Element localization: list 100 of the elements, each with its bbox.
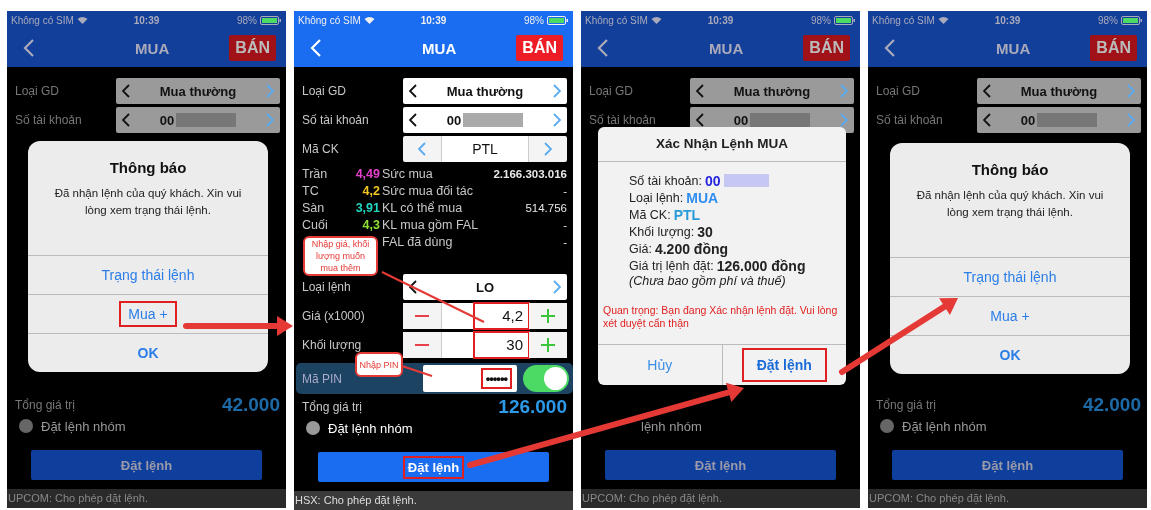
total-value: 42.000 [221,394,280,416]
symbol-selector[interactable]: PTL [403,136,567,162]
price-value: 4,3 [361,217,380,232]
wifi-icon [650,16,662,24]
trade-type-selector[interactable]: Mua thường [977,78,1141,104]
page-title: MUA [422,39,457,57]
metric-label: FAL đã dùng [382,234,454,249]
account-selector[interactable]: 00 [977,107,1141,133]
battery-icon [834,15,856,25]
total-value: 42.000 [1082,394,1141,416]
chevron-left-icon [122,113,130,127]
dialog-action[interactable]: Đặt lệnh [721,345,846,385]
plus-icon [541,309,555,323]
field-label: Loại GD [589,84,634,98]
radio-label: Đặt lệnh nhóm [41,418,126,434]
chevron-left-icon [983,84,991,98]
decrement-button[interactable] [403,332,441,358]
battery-text: 98% [523,14,544,26]
sell-button[interactable]: BÁN [516,35,563,61]
leader-line [401,365,433,377]
dialog-message: Đã nhận lệnh của quý khách. Xin vui lòng xem trạng thái lệnh. [915,188,1105,220]
detail-label: Loại lệnh: [629,190,684,205]
chevron-left-icon [409,113,417,127]
callout-note: Nhập giá, khối lượng muốn mua thêm [303,236,378,276]
price-label: Cuối [302,217,329,232]
wifi-icon [937,16,949,24]
account-selector[interactable]: 00 [116,107,280,133]
carrier-text: Không có SIM [585,14,648,26]
account-selector[interactable]: 00 [403,107,567,133]
dialog-action[interactable]: Trạng thái lệnh [28,255,268,294]
total-label: Tổng giá trị [302,400,363,414]
trade-type-selector[interactable]: Mua thường [116,78,280,104]
pin-field[interactable]: •••••• [423,365,517,392]
decrement-button[interactable] [403,303,441,329]
sell-button[interactable]: BÁN [229,35,276,61]
battery-text: 98% [810,14,831,26]
blurred-block [176,113,237,127]
radio-button[interactable] [306,421,320,435]
status-message: UPCOM: Cho phép đặt lệnh. [868,489,1147,508]
metric-label: KL có thể mua [382,200,464,215]
page-title: MUA [996,39,1031,57]
price-label: Trần [302,166,329,181]
detail-value: PTL [673,206,701,223]
radio-button[interactable] [19,419,33,433]
toggle-switch[interactable] [523,365,569,392]
metric-label: KL mua gồm FAL [382,217,480,232]
chevron-right-icon [1127,84,1135,98]
order-type-selector[interactable]: LO [403,274,567,300]
place-order-button[interactable]: Đặt lệnh [892,450,1123,480]
price-value: 4,49 [354,166,380,181]
sell-button[interactable]: BÁN [803,35,850,61]
blurred-block [1037,113,1098,127]
trade-type-selector[interactable]: Mua thường [690,78,854,104]
place-order-button[interactable]: Đặt lệnh [31,450,262,480]
callout-note: Nhập PIN [355,352,403,377]
chevron-right-icon [553,113,561,127]
dialog-action[interactable]: Mua + [28,294,268,333]
radio-button[interactable] [880,419,894,433]
metric-value: - [563,235,567,248]
blurred-block [463,113,524,127]
chevron-right-icon [553,280,561,294]
detail-value: 30 [697,223,713,240]
dialog-action[interactable]: Hủy [598,345,722,385]
metric-value: - [563,218,567,231]
field-label: Mã PIN [302,371,342,386]
sell-button[interactable]: BÁN [1090,35,1137,61]
back-icon[interactable] [884,38,896,58]
detail-label: Khối lượng: [629,224,695,239]
detail-label: Số tài khoản: [629,173,702,188]
chevron-right-icon [840,84,848,98]
place-order-button[interactable]: Đặt lệnh [605,450,836,480]
detail-value: 4.200 đồng [654,240,729,257]
back-icon[interactable] [23,38,35,58]
status-message: HSX: Cho phép đặt lệnh. [294,491,573,510]
field-label: Mã CK [302,142,339,156]
chevron-right-icon [266,84,274,98]
clock-text: 10:39 [133,14,160,26]
place-order-button[interactable]: Đặt lệnh [318,452,549,482]
chevron-right-icon [1127,113,1135,127]
dialog-title: Thông báo [970,160,1050,178]
field-label: Loại GD [876,84,921,98]
minus-icon [415,315,429,317]
back-icon[interactable] [597,38,609,58]
page-title: MUA [709,39,744,57]
detail-label: Mã CK: [629,207,671,222]
chevron-right-icon [553,84,561,98]
dialog-action[interactable]: OK [28,333,268,372]
dialog-action[interactable]: Trạng thái lệnh [890,257,1130,296]
total-label: Tổng giá trị [15,398,76,412]
price-label: Sàn [302,200,326,215]
trade-type-selector[interactable]: Mua thường [403,78,567,104]
field-label: Loại GD [302,84,347,98]
field-label: Số tài khoản [876,113,943,127]
field-label: Loại lệnh [302,280,351,294]
metric-value: - [563,184,567,197]
battery-icon [1121,15,1143,25]
detail-label: Giá: [629,241,652,256]
chevron-right-icon [840,113,848,127]
dialog-action[interactable]: OK [890,335,1130,374]
status-message: UPCOM: Cho phép đặt lệnh. [7,489,286,508]
